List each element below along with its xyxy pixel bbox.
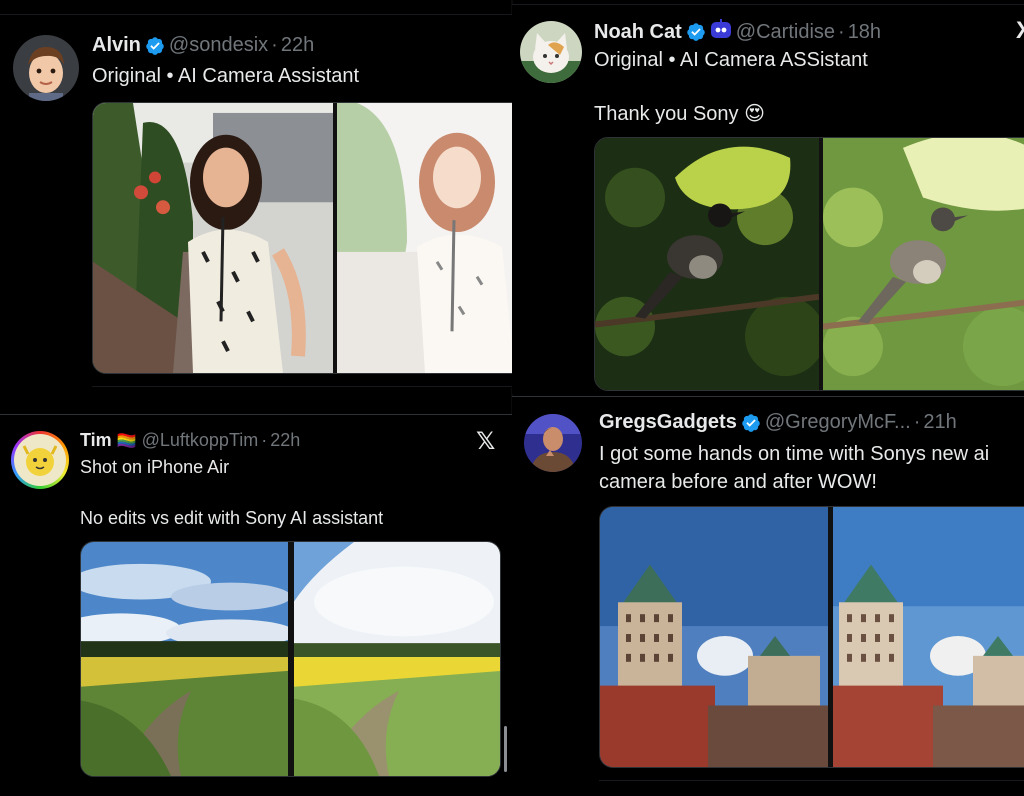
photo-no-edit[interactable]	[81, 542, 288, 776]
post-header: Noah Cat @Cartidise · 18h	[594, 19, 881, 45]
scrollbar-thumb[interactable]	[504, 726, 507, 772]
post-media[interactable]	[599, 506, 1024, 768]
post-time[interactable]: 22h	[281, 34, 314, 57]
avatar-tim[interactable]	[11, 431, 69, 489]
post-media[interactable]	[92, 102, 512, 374]
photo-bird-edited[interactable]	[823, 138, 1024, 390]
post-header: Alvin @sondesix · 22h	[92, 34, 314, 57]
verified-badge-icon	[741, 413, 761, 433]
avatar-noah[interactable]	[520, 21, 582, 83]
flag-emoji: 🏳️‍🌈	[116, 432, 137, 450]
avatar-greg[interactable]	[524, 414, 582, 472]
post-time[interactable]: 21h	[923, 411, 956, 434]
x-logo-icon[interactable]: X	[1016, 17, 1024, 45]
post-text-line2: camera before and after WOW!	[599, 471, 877, 493]
post-media[interactable]	[594, 137, 1024, 391]
post-greg[interactable]: GregsGadgets @GregoryMcF... · 21h I got …	[512, 396, 1024, 796]
post-text: Original • AI Camera Assistant	[92, 65, 360, 87]
separator-dot: ·	[261, 430, 268, 450]
post-text-line1: I got some hands on time with Sonys new …	[599, 443, 990, 465]
photo-bird-original[interactable]	[595, 138, 819, 390]
post-text-line2: Thank you Sony 😍	[594, 103, 765, 125]
post-text-line2: No edits vs edit with Sony AI assistant	[80, 508, 384, 528]
display-name[interactable]: Tim	[80, 430, 112, 451]
user-handle[interactable]: @sondesix	[169, 34, 268, 57]
post-alvin[interactable]: Alvin @sondesix · 22h Original • AI Came…	[0, 14, 512, 388]
post-time[interactable]: 22h	[270, 430, 300, 451]
post-text-line1: Original • AI Camera ASSistant	[594, 49, 868, 71]
photo-original[interactable]	[93, 103, 333, 373]
photo-sony-edit[interactable]	[294, 542, 500, 776]
post-text-line1: Shot on iPhone Air	[80, 457, 230, 477]
display-name[interactable]: Alvin	[92, 34, 141, 57]
avatar-alvin[interactable]	[13, 35, 79, 101]
x-logo-icon[interactable]: 𝕏	[476, 427, 495, 456]
post-time[interactable]: 18h	[848, 21, 881, 44]
bot-label-icon	[710, 19, 732, 45]
separator-dot: ·	[271, 34, 278, 56]
photo-building-after[interactable]	[833, 507, 1024, 767]
post-tim[interactable]: Tim 🏳️‍🌈 @LuftkoppTim · 22h 𝕏 Shot on iP…	[0, 414, 512, 796]
post-header: GregsGadgets @GregoryMcF... · 21h	[599, 411, 957, 434]
photo-building-before[interactable]	[600, 507, 828, 767]
display-name[interactable]: Noah Cat	[594, 21, 682, 44]
verified-badge-icon	[145, 36, 165, 56]
action-bar-divider	[92, 386, 512, 387]
display-name[interactable]: GregsGadgets	[599, 411, 737, 434]
action-bar-divider	[599, 780, 1024, 781]
photo-edited[interactable]	[337, 103, 512, 373]
separator-dot: ·	[838, 20, 845, 43]
separator-dot: ·	[913, 411, 921, 433]
post-header: Tim 🏳️‍🌈 @LuftkoppTim · 22h	[80, 430, 300, 451]
post-noah[interactable]: Noah Cat @Cartidise · 18h X Original • A…	[512, 4, 1024, 394]
user-handle[interactable]: @GregoryMcF...	[765, 411, 911, 434]
post-media[interactable]	[80, 541, 501, 777]
user-handle[interactable]: @LuftkoppTim	[142, 430, 259, 451]
user-handle[interactable]: @Cartidise	[736, 21, 835, 44]
verified-badge-icon	[686, 22, 706, 42]
